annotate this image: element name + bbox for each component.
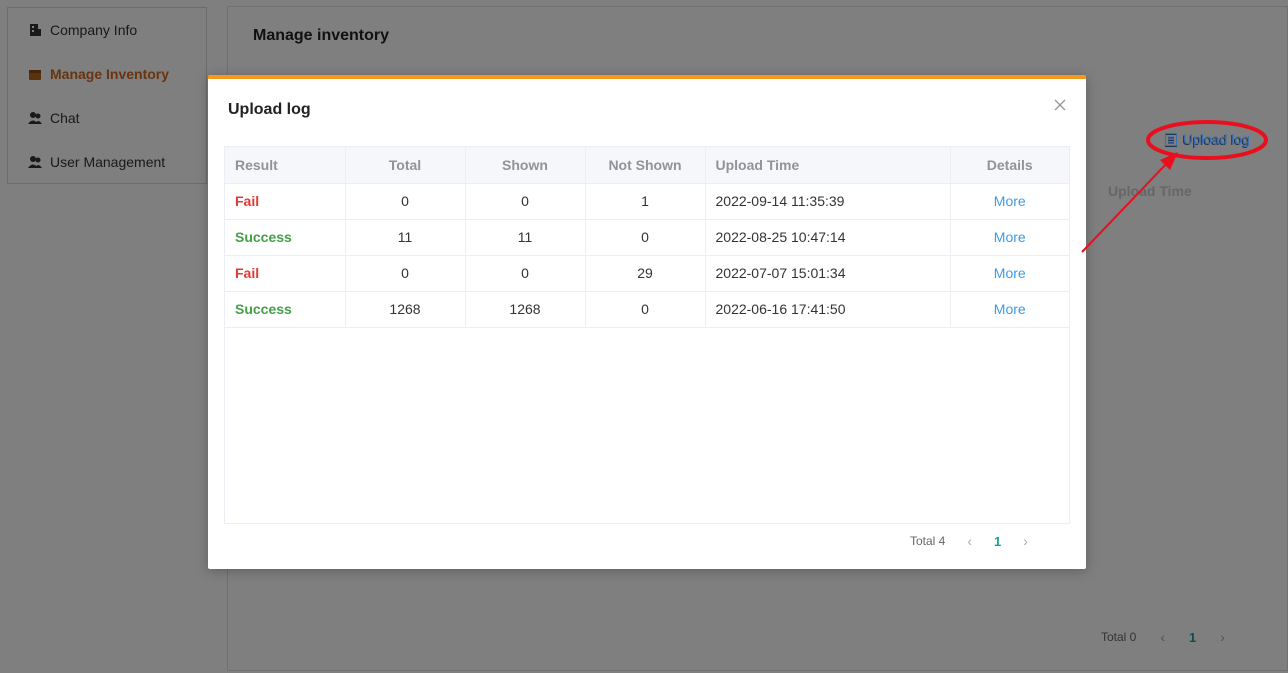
column-header-upload-time: Upload Time (705, 147, 951, 184)
more-link[interactable]: More (994, 193, 1026, 209)
upload-log-dialog: Upload log Result Total Shown Not Shown … (208, 75, 1086, 569)
cell-shown: 0 (465, 255, 586, 292)
table-header-row: Result Total Shown Not Shown Upload Time… (225, 147, 1069, 184)
cell-upload-time: 2022-08-25 10:47:14 (705, 219, 951, 256)
cell-upload-time: 2022-09-14 11:35:39 (705, 183, 951, 220)
table-row: Fail 0 0 1 2022-09-14 11:35:39 More (225, 183, 1069, 220)
cell-details: More (950, 291, 1069, 328)
cell-details: More (950, 255, 1069, 292)
table-row: Fail 0 0 29 2022-07-07 15:01:34 More (225, 255, 1069, 292)
cell-not-shown: 29 (585, 255, 706, 292)
page-number[interactable]: 1 (994, 534, 1001, 549)
upload-log-table: Result Total Shown Not Shown Upload Time… (224, 146, 1070, 524)
cell-not-shown: 1 (585, 183, 706, 220)
more-link[interactable]: More (994, 301, 1026, 317)
next-page-icon[interactable]: › (1023, 533, 1028, 549)
column-header-shown: Shown (465, 147, 586, 184)
column-header-not-shown: Not Shown (585, 147, 706, 184)
cell-result: Fail (225, 255, 346, 292)
more-link[interactable]: More (994, 265, 1026, 281)
cell-total: 0 (345, 255, 466, 292)
column-header-result: Result (225, 147, 346, 184)
table-row: Success 11 11 0 2022-08-25 10:47:14 More (225, 219, 1069, 256)
dialog-title: Upload log (228, 101, 311, 118)
cell-result: Success (225, 219, 346, 256)
dialog-pagination: Total 4 ‹ 1 › (910, 533, 1028, 549)
cell-shown: 11 (465, 219, 586, 256)
table-row: Success 1268 1268 0 2022-06-16 17:41:50 More (225, 291, 1069, 328)
cell-result: Fail (225, 183, 346, 220)
prev-page-icon[interactable]: ‹ (967, 533, 972, 549)
cell-upload-time: 2022-07-07 15:01:34 (705, 255, 951, 292)
close-icon[interactable] (1052, 97, 1068, 113)
cell-details: More (950, 219, 1069, 256)
cell-total: 1268 (345, 291, 466, 328)
cell-upload-time: 2022-06-16 17:41:50 (705, 291, 951, 328)
cell-result: Success (225, 291, 346, 328)
cell-shown: 1268 (465, 291, 586, 328)
pagination-total: Total 4 (910, 534, 946, 548)
cell-not-shown: 0 (585, 291, 706, 328)
cell-total: 11 (345, 219, 466, 256)
cell-shown: 0 (465, 183, 586, 220)
cell-not-shown: 0 (585, 219, 706, 256)
cell-total: 0 (345, 183, 466, 220)
column-header-details: Details (950, 147, 1069, 184)
cell-details: More (950, 183, 1069, 220)
column-header-total: Total (345, 147, 466, 184)
more-link[interactable]: More (994, 229, 1026, 245)
